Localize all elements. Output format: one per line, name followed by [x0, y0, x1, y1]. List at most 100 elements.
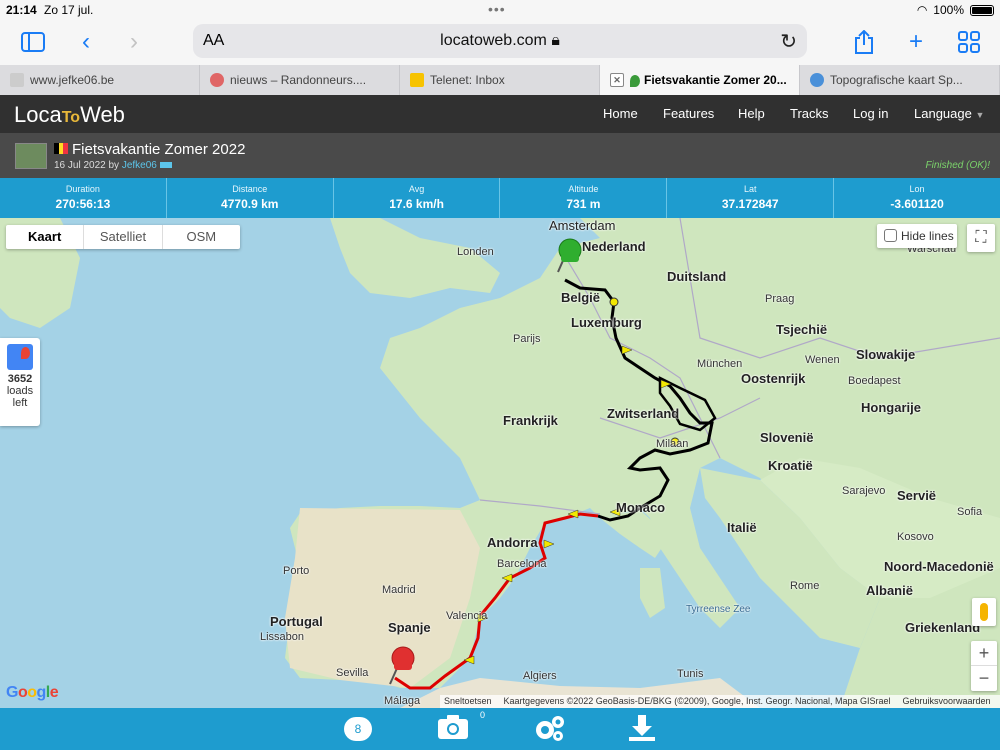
track-status: Finished (OK)!: [925, 160, 990, 171]
pin-favicon-icon: [630, 74, 640, 87]
status-time: 21:14: [6, 3, 37, 17]
fullscreen-icon[interactable]: ⛶: [967, 224, 995, 252]
map-type-satelliet[interactable]: Satelliet: [84, 225, 163, 249]
map-label: Nederland: [582, 239, 646, 254]
map-label: Monaco: [616, 500, 666, 515]
comments-button[interactable]: 8: [342, 714, 374, 744]
map-label: Tsjechië: [776, 322, 828, 337]
sidebar-icon[interactable]: [19, 28, 47, 56]
zoom-control: + −: [971, 641, 997, 691]
map-type-kaart[interactable]: Kaart: [6, 225, 85, 249]
site-navbar: LocaToWeb Home Features Help Tracks Log …: [0, 95, 1000, 133]
direction-arrow-icon: [543, 539, 555, 549]
map-label: Rome: [790, 580, 820, 592]
map-label: Londen: [457, 246, 494, 258]
nav-tracks[interactable]: Tracks: [790, 106, 829, 121]
map-label: Parijs: [513, 333, 541, 345]
address-bar[interactable]: AA locatoweb.com 🔒︎ ↻: [193, 24, 807, 58]
map-label: Zwitserland: [607, 406, 680, 421]
zoom-out-button[interactable]: −: [971, 666, 997, 691]
keyboard-shortcuts-link[interactable]: Sneltoetsen: [444, 695, 492, 708]
map-label: Slovenië: [760, 430, 814, 445]
map-label: Portugal: [270, 614, 323, 629]
track-header: Fietsvakantie Zomer 2022 16 Jul 2022 by …: [0, 133, 1000, 178]
belgium-flag-icon: [54, 143, 69, 154]
stat-altitude: Altitude 731 m: [500, 178, 668, 218]
waypoint-dot[interactable]: [609, 297, 619, 307]
google-maps-icon: [7, 344, 33, 370]
zoom-in-button[interactable]: +: [971, 641, 997, 666]
camera-icon: [438, 715, 468, 739]
settings-button[interactable]: [532, 714, 564, 744]
tab-topografische[interactable]: Topografische kaart Sp...: [800, 65, 1000, 95]
nav-home[interactable]: Home: [603, 106, 638, 121]
tab-randonneurs[interactable]: nieuws – Randonneurs....: [200, 65, 400, 95]
share-icon[interactable]: [850, 28, 878, 56]
map-label: Tunis: [677, 668, 704, 680]
map-type-switcher: Kaart Satelliet OSM: [6, 225, 240, 249]
map-label: Slowakije: [856, 347, 916, 362]
map-type-osm[interactable]: OSM: [163, 225, 240, 249]
map-label: Sarajevo: [842, 485, 886, 497]
track-thumbnail[interactable]: [15, 143, 47, 169]
nav-login[interactable]: Log in: [853, 106, 888, 121]
map-label: Valencia: [446, 610, 488, 622]
caret-down-icon: ▼: [975, 110, 985, 120]
map-data-credit: Kaartgegevens ©2022 GeoBasis-DE/BKG (©20…: [503, 696, 891, 706]
google-logo: Google: [6, 684, 59, 701]
tab-fietsvakantie[interactable]: ✕ Fietsvakantie Zomer 20...: [600, 65, 800, 95]
gears-icon: [536, 716, 564, 741]
tab-telenet[interactable]: Telenet: Inbox: [400, 65, 600, 95]
map-view[interactable]: Amsterdam Nederland Londen België Duitsl…: [0, 218, 1000, 708]
url-text: locatoweb.com 🔒︎: [440, 32, 560, 49]
comment-bubble-icon: 8: [344, 717, 372, 741]
stats-bar: Duration 270:56:13 Distance 4770.9 km Avg 1…: [0, 178, 1000, 218]
track-user-link[interactable]: Jefke06: [122, 160, 157, 171]
new-tab-icon[interactable]: +: [902, 28, 930, 56]
map-label: Lissabon: [260, 631, 305, 643]
status-bar: 21:14 Zo 17 jul. ••• ◠ 100%: [0, 0, 1000, 20]
page-favicon-icon: [10, 73, 24, 87]
map-label: Duitsland: [667, 269, 727, 284]
download-button[interactable]: [626, 714, 658, 744]
back-icon[interactable]: ‹: [72, 28, 100, 56]
map-label: Algiers: [523, 670, 557, 682]
forward-icon[interactable]: ›: [120, 28, 148, 56]
google-maps-loads-widget[interactable]: 3652 loads left: [0, 338, 40, 426]
reload-icon[interactable]: ↻: [780, 29, 797, 54]
status-date: Zo 17 jul.: [44, 3, 94, 17]
stat-lat: Lat 37.172847: [667, 178, 835, 218]
battery-icon: [970, 4, 994, 16]
street-view-pegman-icon[interactable]: [972, 598, 996, 626]
tab-jefke06[interactable]: www.jefke06.be: [0, 65, 200, 95]
terms-link[interactable]: Gebruiksvoorwaarden: [903, 695, 991, 708]
land-britain: [330, 218, 500, 298]
lock-icon: 🔒︎: [551, 32, 560, 49]
map-label: Andorra: [487, 535, 538, 550]
map-canvas[interactable]: [0, 218, 1000, 708]
browser-tabs: www.jefke06.be nieuws – Randonneurs.... …: [0, 65, 1000, 95]
map-label: Porto: [283, 565, 310, 577]
photos-button[interactable]: [437, 714, 469, 744]
map-label: Luxemburg: [571, 315, 642, 330]
multitask-dots-icon[interactable]: •••: [488, 1, 506, 17]
map-label: Málaga: [384, 695, 421, 707]
hide-lines-checkbox[interactable]: [884, 229, 897, 242]
map-label: Albanië: [866, 583, 913, 598]
nav-language[interactable]: Language ▼: [914, 106, 984, 121]
tabs-overview-icon[interactable]: [955, 28, 983, 56]
nav-help[interactable]: Help: [738, 106, 765, 121]
battery-small-icon: [159, 162, 172, 169]
hide-lines-toggle[interactable]: Hide lines: [877, 224, 957, 248]
map-label: Spanje: [388, 620, 431, 635]
map-label: Barcelona: [497, 558, 547, 570]
map-label: Servië: [897, 488, 937, 503]
land-sardinia: [640, 568, 665, 618]
map-label: Milaan: [656, 438, 689, 450]
telenet-favicon-icon: [410, 73, 424, 87]
nav-features[interactable]: Features: [663, 106, 714, 121]
stat-duration: Duration 270:56:13: [0, 178, 167, 218]
map-favicon-icon: [810, 73, 824, 87]
close-tab-icon[interactable]: ✕: [610, 73, 624, 87]
locatoweb-logo[interactable]: LocaToWeb: [14, 102, 125, 128]
